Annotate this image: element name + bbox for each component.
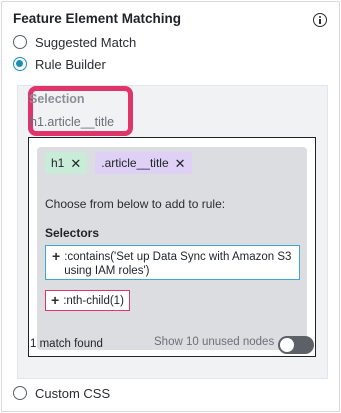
- chip-label: .article__title: [101, 156, 169, 170]
- option-custom-css[interactable]: Custom CSS: [13, 384, 110, 402]
- panel-header: Feature Element Matching: [13, 11, 327, 31]
- plus-icon: +: [51, 292, 60, 308]
- rule-chip-article-title: .article__title ✕: [95, 152, 192, 174]
- selection-value: h1.article__title: [30, 115, 115, 129]
- selector-label: :contains('Set up Data Sync with Amazon …: [64, 251, 292, 277]
- unused-nodes-label: Show 10 unused nodes: [154, 336, 275, 348]
- chip-label: h1: [51, 156, 65, 170]
- close-icon[interactable]: ✕: [175, 157, 186, 170]
- radio-rule-builder[interactable]: [13, 57, 27, 71]
- selection-label: Selection: [29, 92, 85, 106]
- toggle-knob: [280, 338, 294, 352]
- selectors-heading: Selectors: [45, 226, 100, 240]
- option-suggested-match[interactable]: Suggested Match: [13, 33, 136, 51]
- rule-builder-section: Selection h1.article__title h1 ✕ .articl…: [17, 85, 328, 379]
- close-icon[interactable]: ✕: [70, 157, 81, 170]
- selector-label: :nth-child(1): [63, 295, 124, 307]
- selector-contains[interactable]: + :contains('Set up Data Sync with Amazo…: [45, 245, 300, 280]
- plus-icon: +: [52, 248, 61, 264]
- radio-suggested-match[interactable]: [13, 35, 27, 49]
- selector-nth-child[interactable]: + :nth-child(1): [45, 290, 130, 311]
- option-label: Rule Builder: [35, 56, 106, 72]
- match-count: 1 match found: [30, 338, 103, 350]
- option-label: Custom CSS: [35, 385, 111, 401]
- rule-editor: h1 ✕ .article__title ✕ Choose from below…: [28, 137, 316, 357]
- feature-element-matching-panel: Feature Element Matching Suggested Match…: [1, 1, 340, 412]
- rule-editor-inner: h1 ✕ .article__title ✕ Choose from below…: [37, 147, 307, 350]
- panel-title: Feature Element Matching: [13, 11, 182, 26]
- rule-chip-h1: h1 ✕: [45, 152, 88, 174]
- option-rule-builder[interactable]: Rule Builder: [13, 55, 106, 73]
- choose-instruction: Choose from below to add to rule:: [45, 197, 226, 211]
- option-label: Suggested Match: [35, 34, 137, 50]
- unused-nodes-toggle[interactable]: [278, 336, 314, 354]
- info-icon[interactable]: [313, 13, 327, 27]
- rule-chips: h1 ✕ .article__title ✕: [45, 152, 192, 174]
- radio-custom-css[interactable]: [13, 386, 27, 400]
